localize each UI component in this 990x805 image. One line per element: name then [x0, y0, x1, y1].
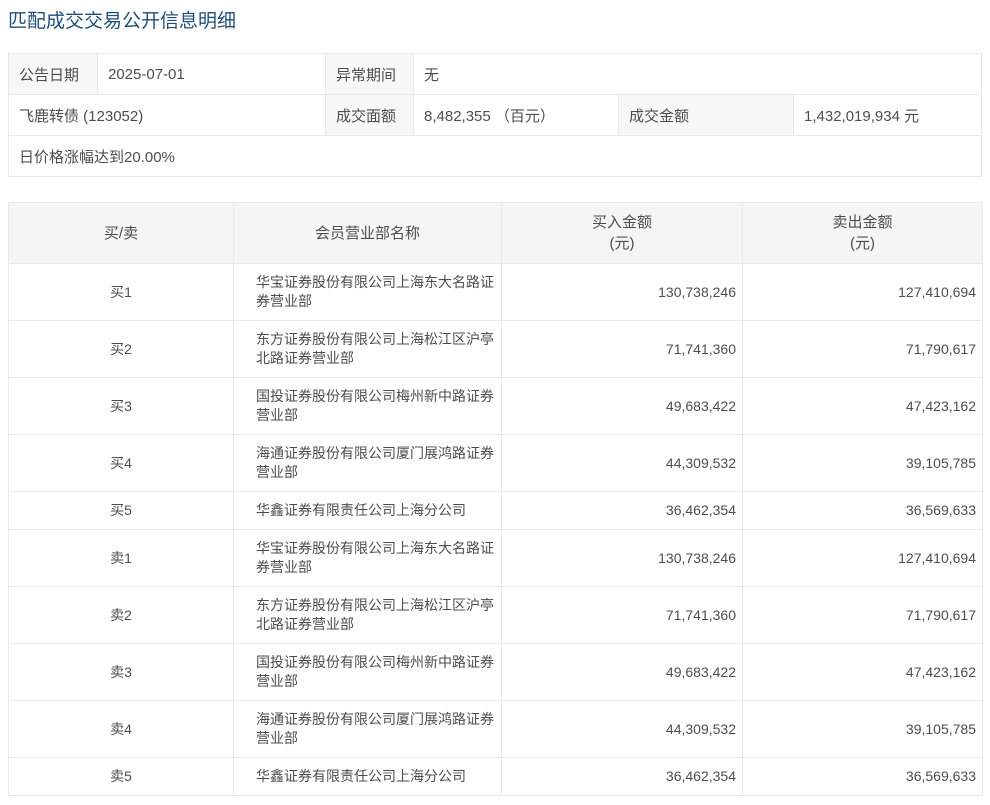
side-cell: 买3 [8, 377, 234, 435]
table-row: 卖1 华宝证券股份有限公司上海东大名路证券营业部 130,738,246 127… [8, 529, 983, 587]
trigger-note: 日价格涨幅达到20.00% [19, 148, 175, 166]
side-cell: 买1 [8, 263, 234, 321]
announce-date-value: 2025-07-01 [98, 54, 326, 94]
buy-amount-cell: 36,462,354 [501, 757, 743, 796]
buy-amount-cell: 130,738,246 [501, 529, 743, 587]
table-row: 卖4 海通证券股份有限公司厦门展鸿路证券营业部 44,309,532 39,10… [8, 700, 983, 758]
col-header-buy-unit: (元) [609, 235, 635, 252]
buy-amount-cell: 44,309,532 [501, 434, 743, 492]
buy-amount-cell: 44,309,532 [501, 700, 743, 758]
side-cell: 卖2 [8, 586, 234, 644]
side-cell: 卖4 [8, 700, 234, 758]
table-row: 买3 国投证券股份有限公司梅州新中路证券营业部 49,683,422 47,42… [8, 377, 983, 435]
side-cell: 卖3 [8, 643, 234, 701]
header-row: 买/卖 会员营业部名称 买入金额 (元) 卖出金额 (元) [8, 202, 983, 264]
info-row-date: 公告日期 2025-07-01 异常期间 无 [9, 54, 981, 94]
info-row-security: 飞鹿转债 (123052) 成交面额 8,482,355 （百元） 成交金额 1… [9, 94, 981, 135]
sell-amount-cell: 127,410,694 [742, 263, 983, 321]
sell-amount-cell: 71,790,617 [742, 320, 983, 378]
page-container: 匹配成交交易公开信息明细 公告日期 2025-07-01 异常期间 无 飞鹿转债… [0, 10, 990, 796]
sell-amount-cell: 36,569,633 [742, 757, 983, 796]
buy-amount-cell: 49,683,422 [501, 377, 743, 435]
table-row: 卖2 东方证券股份有限公司上海松江区沪亭北路证券营业部 71,741,360 7… [8, 586, 983, 644]
buy-amount-cell: 49,683,422 [501, 643, 743, 701]
sell-amount-cell: 127,410,694 [742, 529, 983, 587]
summary-info-box: 公告日期 2025-07-01 异常期间 无 飞鹿转债 (123052) 成交面… [8, 53, 982, 177]
table-row: 买5 华鑫证券有限责任公司上海分公司 36,462,354 36,569,633 [8, 491, 983, 530]
table-row: 买4 海通证券股份有限公司厦门展鸿路证券营业部 44,309,532 39,10… [8, 434, 983, 492]
side-cell: 卖5 [8, 757, 234, 796]
col-header-buy-label: 买入金额 [591, 214, 652, 231]
broker-cell: 海通证券股份有限公司厦门展鸿路证券营业部 [233, 700, 502, 758]
broker-cell: 东方证券股份有限公司上海松江区沪亭北路证券营业部 [233, 320, 502, 378]
col-header-sell-label: 卖出金额 [832, 214, 893, 231]
side-cell: 卖1 [8, 529, 234, 587]
col-header-side: 买/卖 [8, 202, 234, 264]
info-row-trigger: 日价格涨幅达到20.00% [9, 135, 981, 176]
table-row: 卖5 华鑫证券有限责任公司上海分公司 36,462,354 36,569,633 [8, 757, 983, 796]
face-amount-value: 8,482,355 （百元） [414, 95, 619, 135]
abnormal-period-label: 异常期间 [326, 54, 414, 94]
broker-table-body: 买1 华宝证券股份有限公司上海东大名路证券营业部 130,738,246 127… [8, 263, 983, 796]
side-cell: 买2 [8, 320, 234, 378]
broker-cell: 华鑫证券有限责任公司上海分公司 [233, 491, 502, 530]
table-row: 卖3 国投证券股份有限公司梅州新中路证券营业部 49,683,422 47,42… [8, 643, 983, 701]
broker-cell: 东方证券股份有限公司上海松江区沪亭北路证券营业部 [233, 586, 502, 644]
broker-cell: 华宝证券股份有限公司上海东大名路证券营业部 [233, 263, 502, 321]
buy-amount-cell: 71,741,360 [501, 320, 743, 378]
page-title: 匹配成交交易公开信息明细 [8, 11, 237, 32]
side-cell: 买4 [8, 434, 234, 492]
table-row: 买2 东方证券股份有限公司上海松江区沪亭北路证券营业部 71,741,360 7… [8, 320, 983, 378]
turnover-label: 成交金额 [619, 95, 794, 135]
turnover-value: 1,432,019,934 元 [804, 107, 920, 125]
broker-cell: 海通证券股份有限公司厦门展鸿路证券营业部 [233, 434, 502, 492]
security-name: 飞鹿转债 (123052) [9, 95, 326, 135]
side-cell: 买5 [8, 491, 234, 530]
broker-table: 买/卖 会员营业部名称 买入金额 (元) 卖出金额 (元) 买1 华宝证券股份有… [8, 202, 983, 796]
buy-amount-cell: 71,741,360 [501, 586, 743, 644]
abnormal-period-value: 无 [424, 66, 440, 84]
sell-amount-cell: 71,790,617 [742, 586, 983, 644]
sell-amount-cell: 39,105,785 [742, 700, 983, 758]
sell-amount-cell: 47,423,162 [742, 377, 983, 435]
sell-amount-cell: 39,105,785 [742, 434, 983, 492]
sell-amount-cell: 47,423,162 [742, 643, 983, 701]
sell-amount-cell: 36,569,633 [742, 491, 983, 530]
col-header-sell: 卖出金额 (元) [742, 202, 983, 264]
broker-table-header: 买/卖 会员营业部名称 买入金额 (元) 卖出金额 (元) [8, 202, 983, 264]
broker-cell: 国投证券股份有限公司梅州新中路证券营业部 [233, 377, 502, 435]
buy-amount-cell: 36,462,354 [501, 491, 743, 530]
announce-date-label: 公告日期 [9, 54, 98, 94]
col-header-broker: 会员营业部名称 [233, 202, 502, 264]
col-header-sell-unit: (元) [850, 235, 875, 252]
broker-cell: 国投证券股份有限公司梅州新中路证券营业部 [233, 643, 502, 701]
face-amount-label: 成交面额 [326, 95, 414, 135]
broker-cell: 华宝证券股份有限公司上海东大名路证券营业部 [233, 529, 502, 587]
table-row: 买1 华宝证券股份有限公司上海东大名路证券营业部 130,738,246 127… [8, 263, 983, 321]
buy-amount-cell: 130,738,246 [501, 263, 743, 321]
broker-cell: 华鑫证券有限责任公司上海分公司 [233, 757, 502, 796]
col-header-buy: 买入金额 (元) [501, 202, 743, 264]
